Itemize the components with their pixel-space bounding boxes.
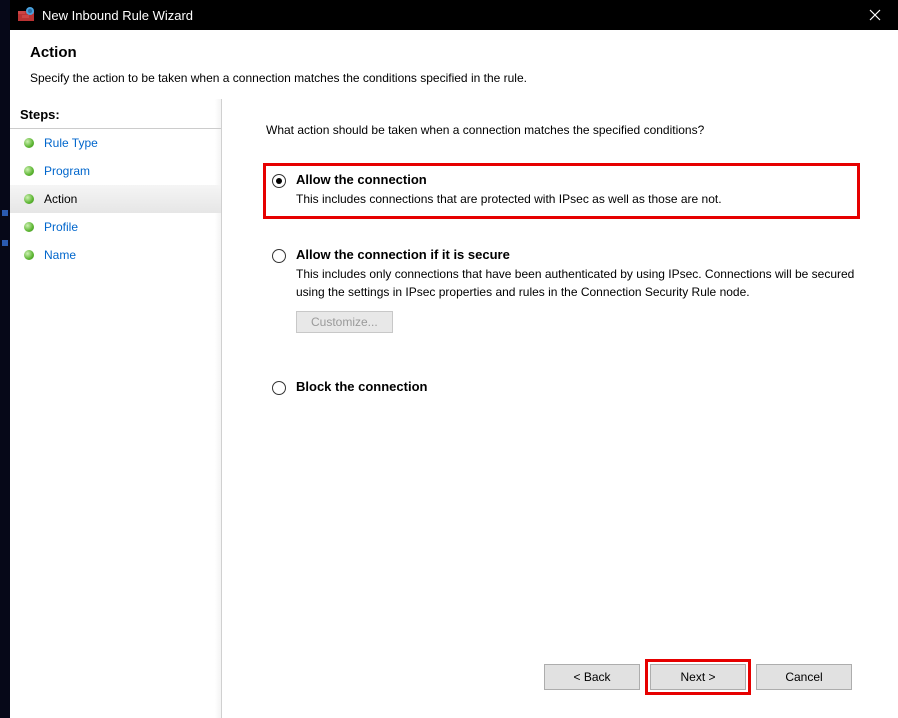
- wizard-footer: < Back Next > Cancel: [266, 654, 870, 708]
- page-subtitle: Specify the action to be taken when a co…: [30, 71, 878, 85]
- step-bullet-icon: [24, 222, 34, 232]
- wizard-window: New Inbound Rule Wizard Action Specify t…: [10, 0, 898, 718]
- radio-block[interactable]: [272, 381, 286, 395]
- option-desc: This includes only connections that have…: [296, 266, 862, 301]
- step-name[interactable]: Name: [10, 241, 221, 269]
- back-button[interactable]: < Back: [544, 664, 640, 690]
- option-title: Allow the connection if it is secure: [296, 247, 862, 262]
- page-header: Action Specify the action to be taken wh…: [10, 30, 898, 99]
- radio-allow-secure[interactable]: [272, 249, 286, 263]
- step-label: Profile: [44, 220, 78, 234]
- left-strip: [0, 0, 10, 718]
- steps-sidebar: Steps: Rule Type Program Action Profile …: [10, 99, 222, 718]
- option-title: Allow the connection: [296, 172, 849, 187]
- edge-marker: [2, 210, 8, 216]
- step-bullet-icon: [24, 166, 34, 176]
- window-title: New Inbound Rule Wizard: [42, 8, 852, 23]
- firewall-icon: [18, 7, 34, 23]
- edge-marker: [2, 240, 8, 246]
- option-allow[interactable]: Allow the connection This includes conne…: [263, 163, 860, 219]
- step-bullet-icon: [24, 138, 34, 148]
- titlebar: New Inbound Rule Wizard: [10, 0, 898, 30]
- close-button[interactable]: [852, 0, 898, 30]
- step-program[interactable]: Program: [10, 157, 221, 185]
- step-label: Name: [44, 248, 76, 262]
- customize-button: Customize...: [296, 311, 393, 333]
- step-rule-type[interactable]: Rule Type: [10, 129, 221, 157]
- option-body: Allow the connection if it is secure Thi…: [296, 247, 862, 333]
- step-label: Rule Type: [44, 136, 98, 150]
- steps-heading: Steps:: [10, 103, 221, 129]
- page-title: Action: [30, 44, 878, 61]
- option-body: Allow the connection This includes conne…: [296, 172, 849, 208]
- cancel-button[interactable]: Cancel: [756, 664, 852, 690]
- wizard-body: Steps: Rule Type Program Action Profile …: [10, 99, 898, 718]
- step-profile[interactable]: Profile: [10, 213, 221, 241]
- option-body: Block the connection: [296, 379, 862, 398]
- option-block[interactable]: Block the connection: [266, 373, 870, 406]
- step-label: Program: [44, 164, 90, 178]
- step-action[interactable]: Action: [10, 185, 221, 213]
- radio-allow[interactable]: [272, 174, 286, 188]
- option-title: Block the connection: [296, 379, 862, 394]
- step-bullet-icon: [24, 250, 34, 260]
- step-bullet-icon: [24, 194, 34, 204]
- step-label: Action: [44, 192, 77, 206]
- next-button[interactable]: Next >: [650, 664, 746, 690]
- content-prompt: What action should be taken when a conne…: [266, 123, 870, 137]
- option-allow-secure[interactable]: Allow the connection if it is secure Thi…: [266, 241, 870, 341]
- option-desc: This includes connections that are prote…: [296, 191, 849, 208]
- content-pane: What action should be taken when a conne…: [222, 99, 898, 718]
